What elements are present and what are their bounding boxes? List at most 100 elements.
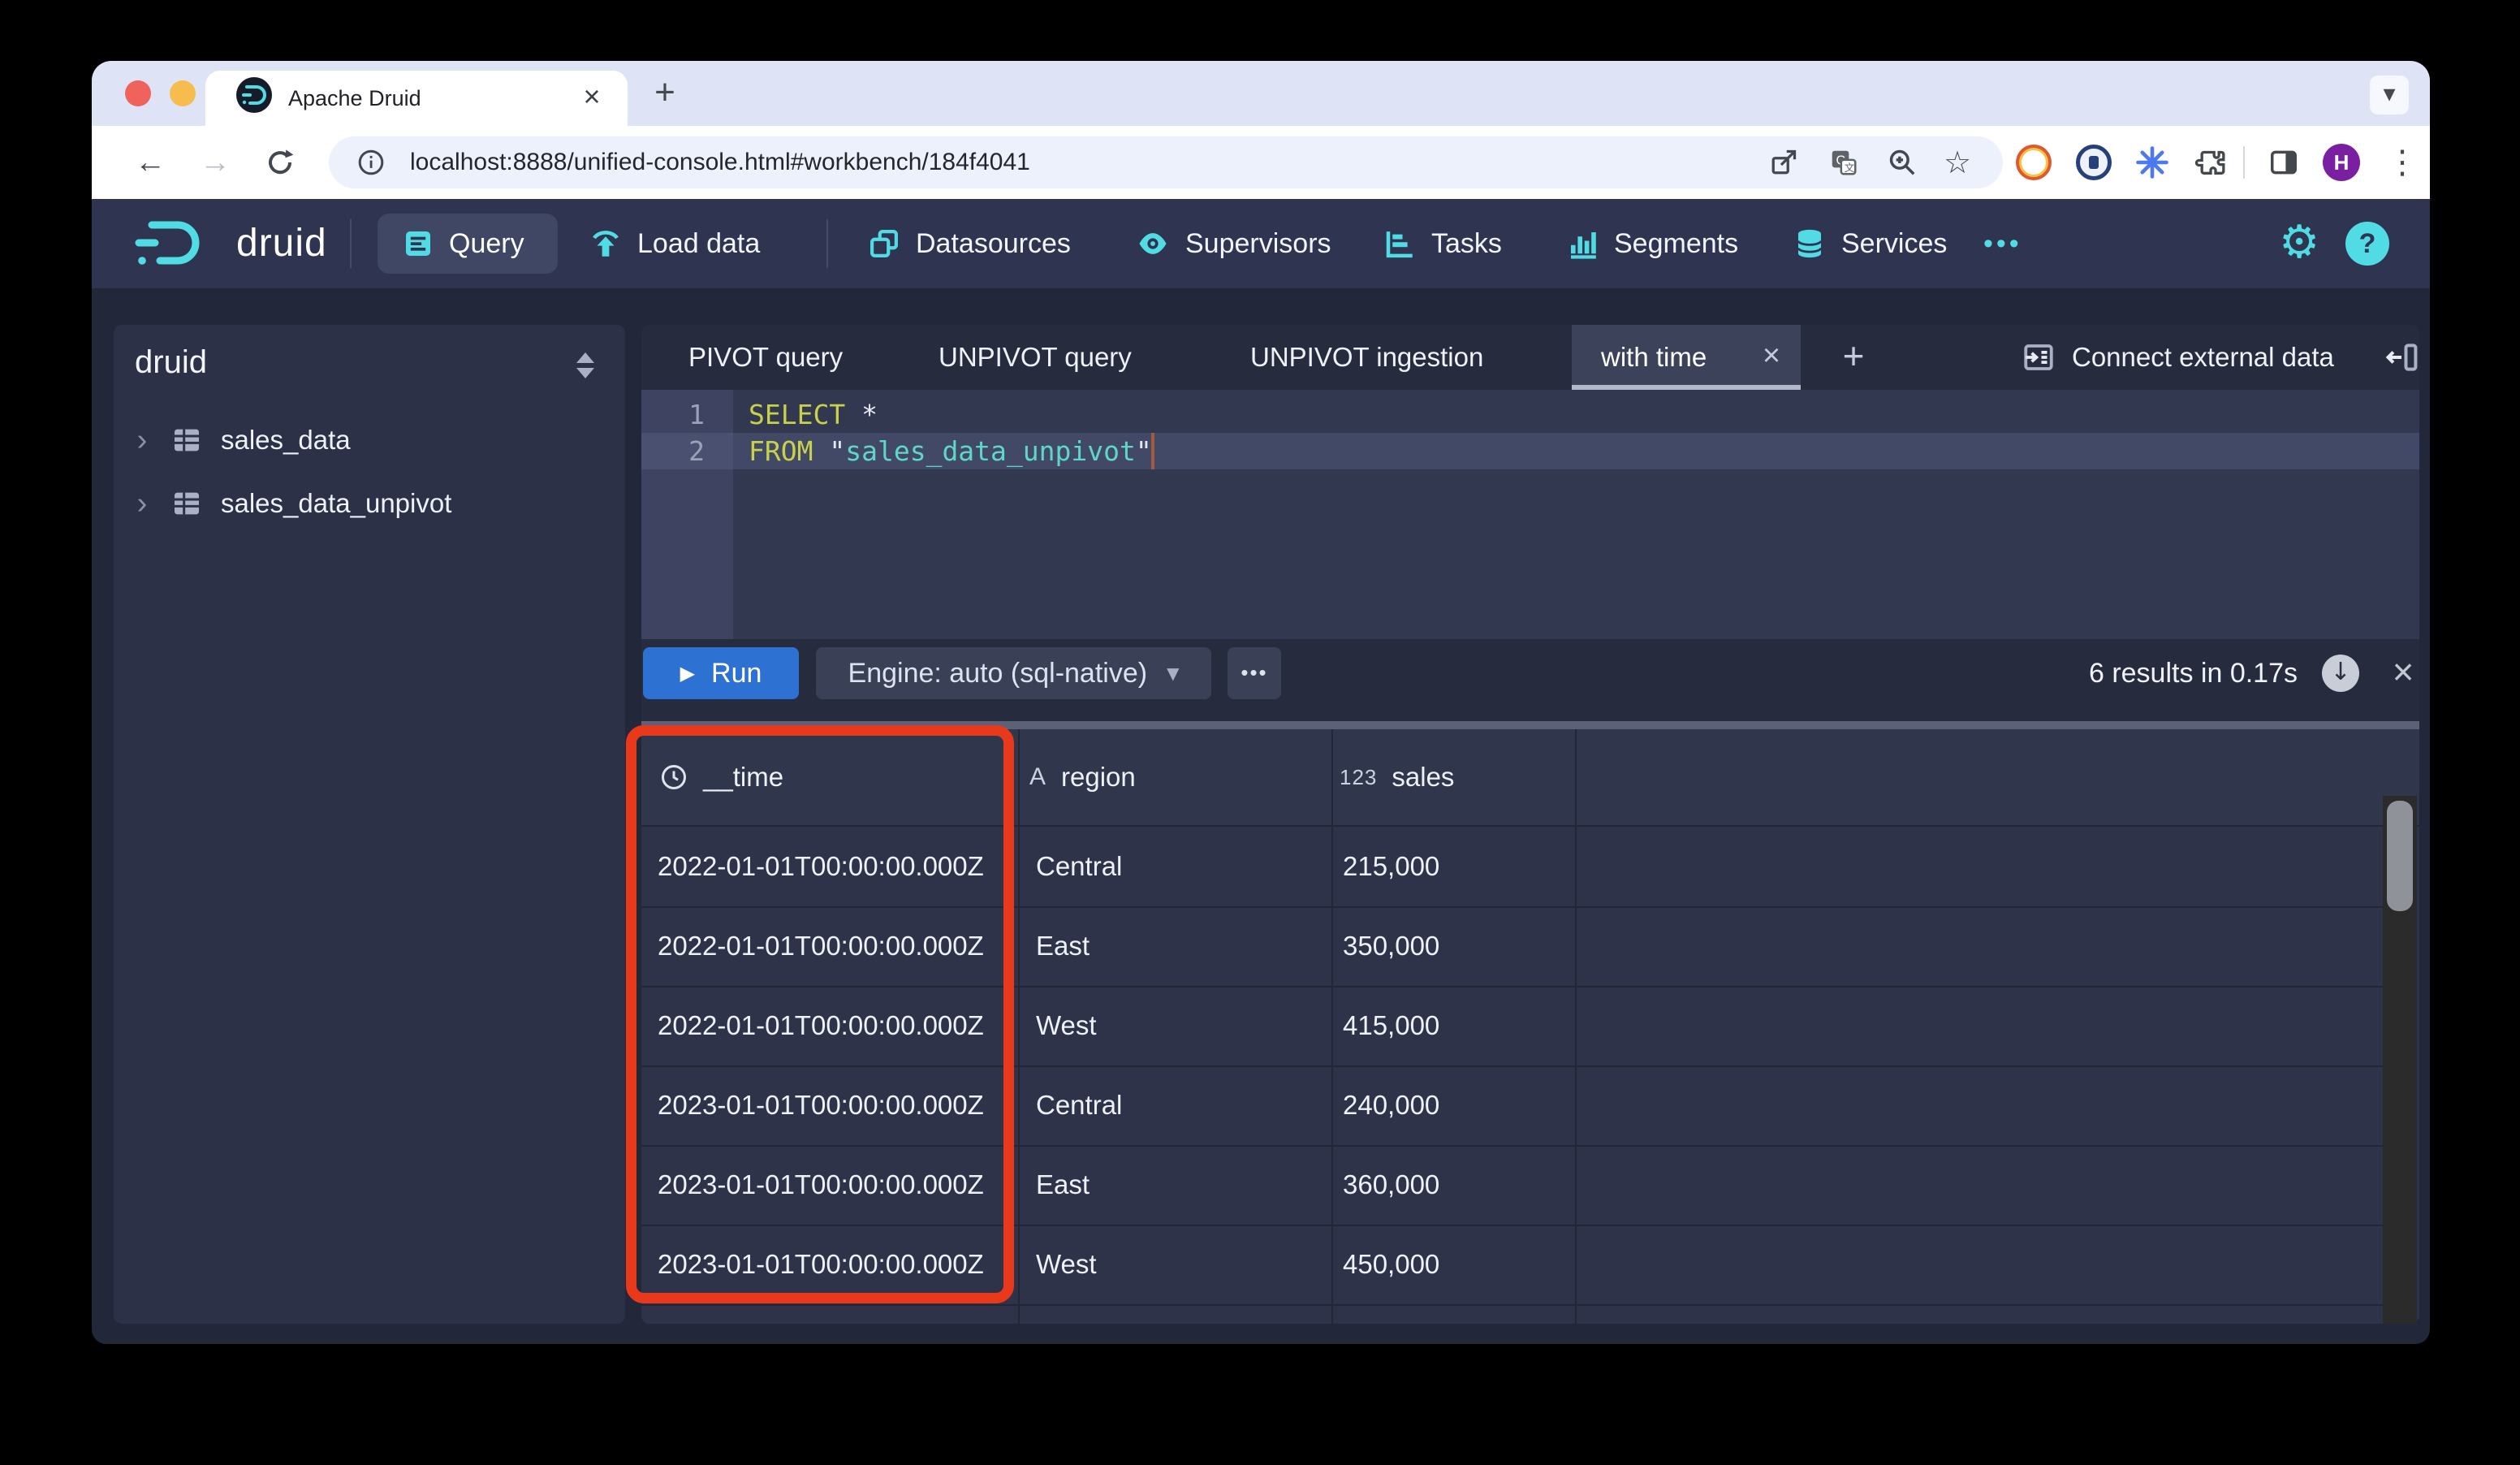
query-icon — [406, 231, 430, 256]
column-name: __time — [703, 762, 784, 792]
table-cell[interactable]: 215,000 — [1343, 827, 1439, 906]
workbench-tab-unpivot-query[interactable]: UNPIVOT query — [939, 325, 1132, 390]
nav-item-tasks[interactable]: Tasks — [1383, 199, 1502, 288]
table-cell[interactable]: West — [1036, 986, 1097, 1065]
code-line-2: FROM "sales_data_unpivot" — [749, 433, 1152, 469]
browser-toolbar: ← → localhost:8888/unified-console.html#… — [92, 126, 2430, 201]
clock-icon — [662, 765, 686, 789]
results-header-row: __time A region 123 sales — [641, 729, 2419, 827]
sql-table-ref: sales_data_unpivot — [845, 435, 1136, 467]
new-query-tab-button[interactable]: + — [1825, 325, 1882, 390]
table-cell[interactable]: Central — [1036, 827, 1122, 906]
query-more-button[interactable]: ••• — [1228, 647, 1281, 699]
table-cell[interactable]: West — [1036, 1225, 1097, 1304]
column-name: region — [1061, 762, 1136, 792]
svg-text:文: 文 — [1845, 162, 1855, 174]
forward-button[interactable]: → — [189, 126, 241, 199]
run-button[interactable]: ▶ Run — [643, 647, 799, 699]
table-cell[interactable]: 2023-01-01T00:00:00.000Z — [658, 1145, 984, 1225]
column-header-region[interactable]: A region — [1029, 729, 1136, 825]
close-results-icon[interactable]: × — [2379, 639, 2419, 707]
translate-icon[interactable]: G文 — [1818, 126, 1870, 199]
engine-label: Engine: auto (sql-native) — [848, 657, 1148, 689]
traffic-light-minimize[interactable] — [170, 80, 196, 106]
workbench-tab-unpivot-ingestion[interactable]: UNPIVOT ingestion — [1250, 325, 1483, 390]
engine-select[interactable]: Engine: auto (sql-native) ▼ — [816, 647, 1211, 699]
chevron-right-icon[interactable]: › — [114, 486, 170, 521]
nav-item-supervisors[interactable]: Supervisors — [1135, 199, 1331, 288]
nav-overflow-button[interactable]: ••• — [1983, 199, 2022, 288]
schema-title: druid — [135, 344, 207, 380]
load-data-icon — [593, 231, 619, 257]
nav-item-load-data[interactable]: Load data — [589, 199, 760, 288]
table-row: 2023-01-01T00:00:00.000Z Central 240,000 — [641, 1065, 2383, 1147]
druid-brand: druid — [236, 222, 327, 265]
nav-item-label: Query — [449, 227, 524, 259]
browser-tab[interactable]: Apache Druid × — [205, 71, 628, 126]
druid-navbar: druid Query Load data Datasources Superv… — [92, 199, 2430, 288]
table-cell[interactable]: 2022-01-01T00:00:00.000Z — [658, 906, 984, 986]
table-cell[interactable]: East — [1036, 1145, 1090, 1225]
scrollbar-thumb[interactable] — [2387, 801, 2413, 911]
table-cell[interactable]: 2023-01-01T00:00:00.000Z — [658, 1225, 984, 1304]
reload-button[interactable] — [254, 126, 306, 199]
sql-keyword: SELECT — [749, 399, 846, 430]
nav-item-query[interactable]: Query — [378, 214, 558, 274]
vertical-scrollbar[interactable] — [2383, 796, 2417, 1324]
nav-item-segments[interactable]: Segments — [1565, 199, 1738, 288]
zoom-icon[interactable] — [1876, 126, 1928, 199]
password-extension-icon[interactable] — [2071, 126, 2117, 199]
help-icon[interactable]: ? — [2345, 222, 2389, 266]
nav-item-label: Supervisors — [1185, 227, 1331, 259]
traffic-light-close[interactable] — [125, 80, 151, 106]
settings-gear-icon[interactable]: ⚙ — [2279, 199, 2319, 288]
sort-icon[interactable] — [576, 352, 594, 378]
column-name: sales — [1392, 762, 1455, 792]
table-icon — [175, 429, 199, 452]
table-cell[interactable]: 2023-01-01T00:00:00.000Z — [658, 1065, 984, 1145]
new-tab-button[interactable]: + — [641, 69, 689, 118]
tab-close-icon[interactable]: × — [1747, 325, 1796, 390]
table-cell[interactable]: 2022-01-01T00:00:00.000Z — [658, 827, 984, 906]
nav-item-datasources[interactable]: Datasources — [867, 199, 1071, 288]
table-cell[interactable]: 240,000 — [1343, 1065, 1439, 1145]
column-header-time[interactable]: __time — [659, 729, 783, 825]
extensions-puzzle-icon[interactable] — [2188, 126, 2233, 199]
nav-item-services[interactable]: Services — [1793, 199, 1947, 288]
tasks-icon — [1386, 231, 1413, 258]
site-info-icon[interactable] — [352, 126, 391, 199]
profile-avatar[interactable]: H — [2323, 144, 2360, 181]
back-button[interactable]: ← — [124, 126, 176, 199]
table-cell[interactable]: 450,000 — [1343, 1225, 1439, 1304]
workbench-tab-pivot-query[interactable]: PIVOT query — [688, 325, 843, 390]
url-text[interactable]: localhost:8888/unified-console.html#work… — [410, 126, 1030, 199]
navbar-divider — [826, 219, 828, 268]
sidebar-item-sales-data[interactable]: › sales_data — [114, 408, 625, 472]
sql-editor[interactable]: 1 2 SELECT * FROM "sales_data_unpivot" — [641, 390, 2419, 639]
open-in-new-icon[interactable] — [1758, 126, 1810, 199]
bookmark-star-icon[interactable]: ☆ — [1931, 126, 1983, 199]
column-header-sales[interactable]: 123 sales — [1340, 729, 1454, 825]
table-cell[interactable]: 360,000 — [1343, 1145, 1439, 1225]
side-panel-icon[interactable] — [2258, 126, 2310, 199]
table-name: sales_data — [221, 425, 351, 455]
workbench-tab-with-time[interactable]: with time × — [1572, 325, 1801, 390]
tab-close-icon[interactable]: × — [572, 71, 611, 126]
sidebar-item-sales-data-unpivot[interactable]: › sales_data_unpivot — [114, 472, 625, 535]
download-results-button[interactable]: ↓ — [2322, 655, 2359, 692]
table-cell[interactable]: East — [1036, 906, 1090, 986]
duckduckgo-extension-icon[interactable] — [2011, 126, 2056, 199]
table-cell[interactable]: Central — [1036, 1065, 1122, 1145]
chevron-right-icon[interactable]: › — [114, 423, 170, 458]
connect-external-data-button[interactable]: Connect external data — [2022, 325, 2334, 390]
collapse-panel-icon[interactable] — [2384, 325, 2419, 390]
snowflake-extension-icon[interactable] — [2129, 126, 2175, 199]
table-cell[interactable]: 350,000 — [1343, 906, 1439, 986]
chrome-menu-kebab-icon[interactable]: ⋮ — [2378, 126, 2427, 199]
table-cell[interactable]: 415,000 — [1343, 986, 1439, 1065]
tab-search-chevron-icon[interactable]: ▾ — [2370, 76, 2409, 115]
table-cell[interactable]: 2022-01-01T00:00:00.000Z — [658, 986, 984, 1065]
splitter-handle[interactable] — [641, 721, 2419, 729]
connect-external-data-label: Connect external data — [2072, 342, 2334, 372]
table-icon — [175, 492, 199, 515]
